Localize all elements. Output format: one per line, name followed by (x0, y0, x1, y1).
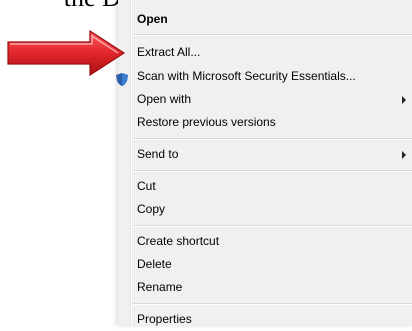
menu-item-label: Create shortcut (137, 234, 220, 248)
menu-item-label: Open (137, 12, 168, 26)
menu-item-label: Scan with Microsoft Security Essentials.… (137, 69, 356, 83)
menu-item-properties[interactable]: Properties (120, 309, 408, 331)
menu-item-cut[interactable]: Cut (120, 176, 408, 198)
menu-item-label: Delete (137, 257, 172, 271)
red-arrow-icon (7, 29, 126, 77)
submenu-arrow-icon (402, 151, 406, 159)
menu-item-label: Copy (137, 202, 166, 216)
menu-item-send-to[interactable]: Send to (120, 144, 408, 166)
menu-item-label: Send to (137, 147, 179, 161)
menu-item-label: Open with (137, 92, 192, 106)
menu-item-open-with[interactable]: Open with (120, 89, 408, 111)
menu-item-restore-previous-versions[interactable]: Restore previous versions (120, 112, 408, 134)
menu-item-delete[interactable]: Delete (120, 254, 408, 276)
menu-separator (133, 303, 412, 305)
menu-item-extract-all[interactable]: Extract All... (120, 42, 408, 64)
submenu-arrow-icon (402, 96, 406, 104)
menu-item-copy[interactable]: Copy (120, 199, 408, 221)
menu-item-scan[interactable]: Scan with Microsoft Security Essentials.… (120, 66, 408, 88)
menu-item-label: Restore previous versions (137, 115, 276, 129)
menu-separator (133, 138, 412, 140)
menu-item-rename[interactable]: Rename (120, 277, 408, 299)
menu-item-label: Cut (137, 179, 156, 193)
menu-item-create-shortcut[interactable]: Create shortcut (120, 231, 408, 253)
menu-separator (133, 170, 412, 172)
menu-item-label: Properties (137, 312, 192, 326)
menu-item-open[interactable]: Open (120, 9, 408, 31)
menu-item-label: Extract All... (137, 45, 201, 59)
menu-separator (133, 34, 412, 36)
menu-separator (133, 225, 412, 227)
menu-item-label: Rename (137, 280, 183, 294)
